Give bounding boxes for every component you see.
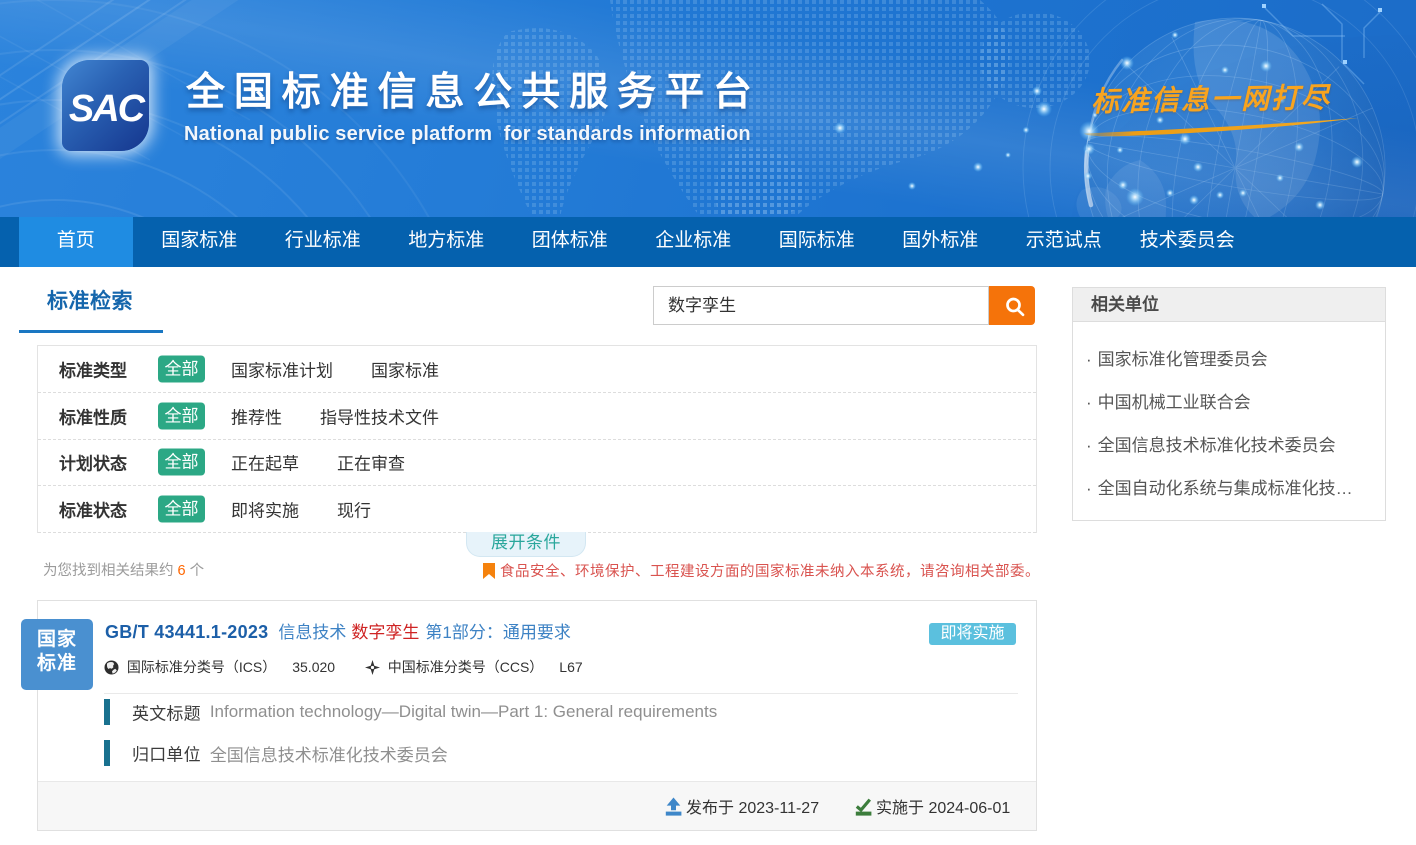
svg-text:SAC: SAC: [69, 88, 146, 130]
